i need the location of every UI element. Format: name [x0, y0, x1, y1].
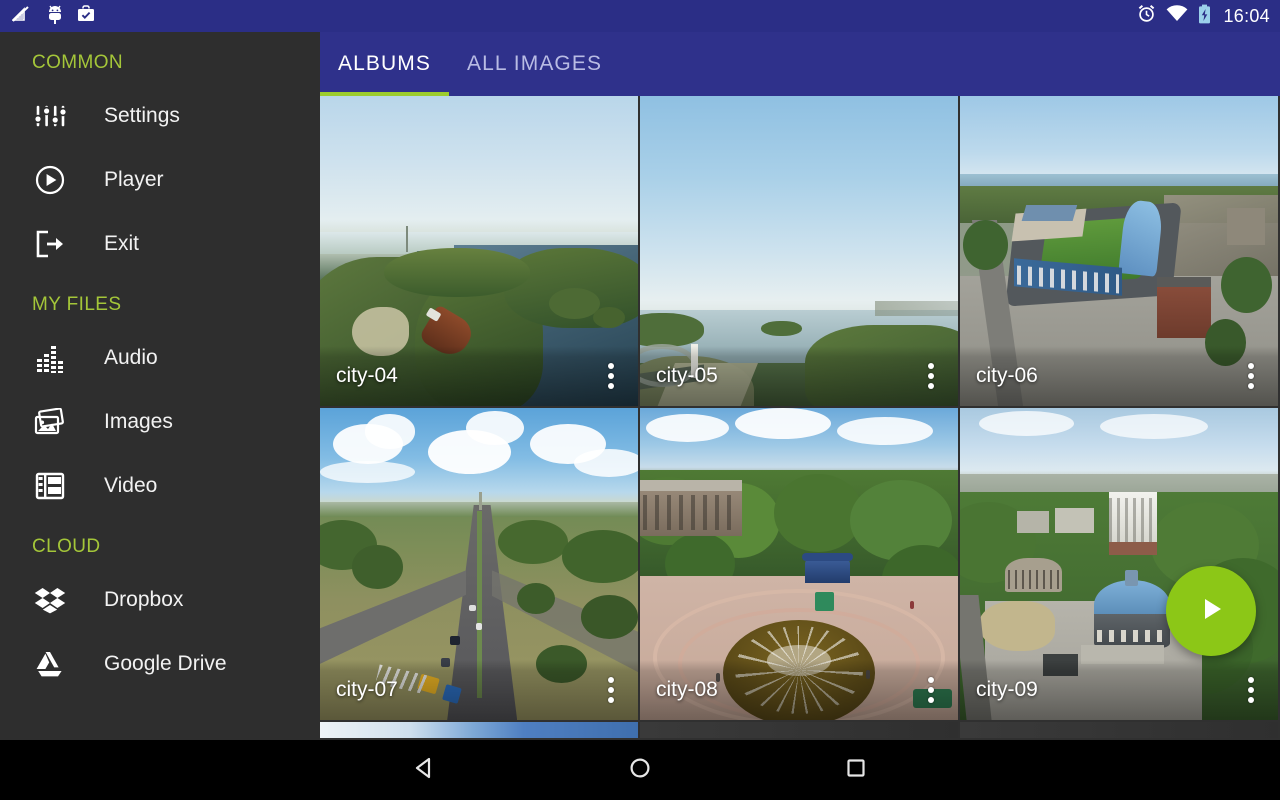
play-fab-button[interactable] — [1166, 566, 1256, 656]
album-caption-bar: city-04 — [320, 346, 638, 406]
no-signal-icon — [12, 5, 34, 28]
triangle-back-icon — [412, 755, 438, 786]
more-vertical-icon[interactable] — [1238, 359, 1264, 393]
tab-label: ALL IMAGES — [467, 52, 602, 76]
navigation-drawer: COMMON Settings — [0, 32, 320, 740]
more-vertical-icon[interactable] — [918, 359, 944, 393]
status-bar-left-icons — [12, 4, 96, 29]
album-thumbnail — [640, 722, 958, 738]
album-title: city-06 — [960, 364, 1038, 388]
sidebar-item-audio[interactable]: Audio — [0, 326, 320, 390]
exit-arrow-icon — [28, 224, 72, 264]
app-toolbar: ALBUMS ALL IMAGES — [320, 32, 1280, 96]
briefcase-check-icon — [76, 5, 96, 28]
play-icon — [1194, 592, 1228, 631]
sliders-icon — [28, 96, 72, 136]
film-strip-icon — [28, 466, 72, 506]
album-tile[interactable]: city-06 — [960, 96, 1278, 406]
more-vertical-icon[interactable] — [918, 673, 944, 707]
album-tile[interactable]: city-04 — [320, 96, 638, 406]
more-vertical-icon[interactable] — [598, 359, 624, 393]
more-vertical-icon[interactable] — [598, 673, 624, 707]
play-circle-icon — [28, 160, 72, 200]
sidebar-item-label: Images — [104, 410, 173, 434]
sidebar-item-label: Video — [104, 474, 157, 498]
sidebar-item-label: Audio — [104, 346, 158, 370]
dropbox-icon — [28, 580, 72, 620]
nav-back-button[interactable] — [385, 740, 465, 800]
battery-charging-icon — [1198, 4, 1211, 29]
tab-active-indicator — [320, 92, 449, 96]
sidebar-item-settings[interactable]: Settings — [0, 84, 320, 148]
sidebar-item-label: Exit — [104, 232, 139, 256]
status-bar: 16:04 — [0, 0, 1280, 32]
nav-home-button[interactable] — [600, 740, 680, 800]
google-drive-icon — [28, 644, 72, 684]
sidebar-item-google-drive[interactable]: Google Drive — [0, 632, 320, 696]
album-thumbnail — [320, 722, 638, 738]
tab-bar: ALBUMS ALL IMAGES — [320, 32, 1280, 96]
gallery-content: city-04 — [320, 96, 1280, 740]
album-tile-partial[interactable] — [640, 722, 958, 738]
more-vertical-icon[interactable] — [1238, 673, 1264, 707]
status-bar-right-icons: 16:04 — [1137, 4, 1270, 29]
sidebar-item-label: Dropbox — [104, 588, 183, 612]
equalizer-icon — [28, 338, 72, 378]
album-tile[interactable]: city-08 — [640, 408, 958, 720]
square-recents-icon — [844, 756, 868, 785]
photos-stack-icon — [28, 402, 72, 442]
drawer-section-common: COMMON — [0, 32, 320, 84]
nav-recents-button[interactable] — [816, 740, 896, 800]
sidebar-item-label: Player — [104, 168, 164, 192]
android-navigation-bar — [0, 740, 1280, 800]
sidebar-item-dropbox[interactable]: Dropbox — [0, 568, 320, 632]
sidebar-item-player[interactable]: Player — [0, 148, 320, 212]
album-title: city-07 — [320, 678, 398, 702]
album-tile-partial[interactable] — [960, 722, 1278, 738]
drawer-section-cloud: CLOUD — [0, 518, 320, 568]
android-robot-icon — [46, 4, 64, 29]
sidebar-item-label: Google Drive — [104, 652, 227, 676]
tab-albums[interactable]: ALBUMS — [320, 32, 449, 96]
sidebar-item-label: Settings — [104, 104, 180, 128]
sidebar-item-exit[interactable]: Exit — [0, 212, 320, 276]
album-title: city-09 — [960, 678, 1038, 702]
album-caption-bar: city-06 — [960, 346, 1278, 406]
album-title: city-05 — [640, 364, 718, 388]
album-tile[interactable]: city-05 — [640, 96, 958, 406]
album-tile-partial[interactable] — [320, 722, 638, 738]
tab-label: ALBUMS — [338, 52, 431, 76]
album-thumbnail — [960, 722, 1278, 738]
album-title: city-04 — [320, 364, 398, 388]
alarm-clock-icon — [1137, 4, 1156, 28]
album-caption-bar: city-05 — [640, 346, 958, 406]
circle-home-icon — [627, 755, 653, 786]
status-bar-clock: 16:04 — [1221, 6, 1270, 27]
album-tile[interactable]: city-07 — [320, 408, 638, 720]
album-caption-bar: city-07 — [320, 660, 638, 720]
album-caption-bar: city-08 — [640, 660, 958, 720]
drawer-section-my-files: MY FILES — [0, 276, 320, 326]
sidebar-item-video[interactable]: Video — [0, 454, 320, 518]
album-caption-bar: city-09 — [960, 660, 1278, 720]
album-grid: city-04 — [320, 96, 1280, 740]
sidebar-item-images[interactable]: Images — [0, 390, 320, 454]
album-title: city-08 — [640, 678, 718, 702]
album-tile[interactable]: city-09 — [960, 408, 1278, 720]
wifi-icon — [1166, 5, 1188, 27]
tab-all-images[interactable]: ALL IMAGES — [449, 32, 620, 96]
screen: 16:04 COMMON Settings — [0, 0, 1280, 800]
